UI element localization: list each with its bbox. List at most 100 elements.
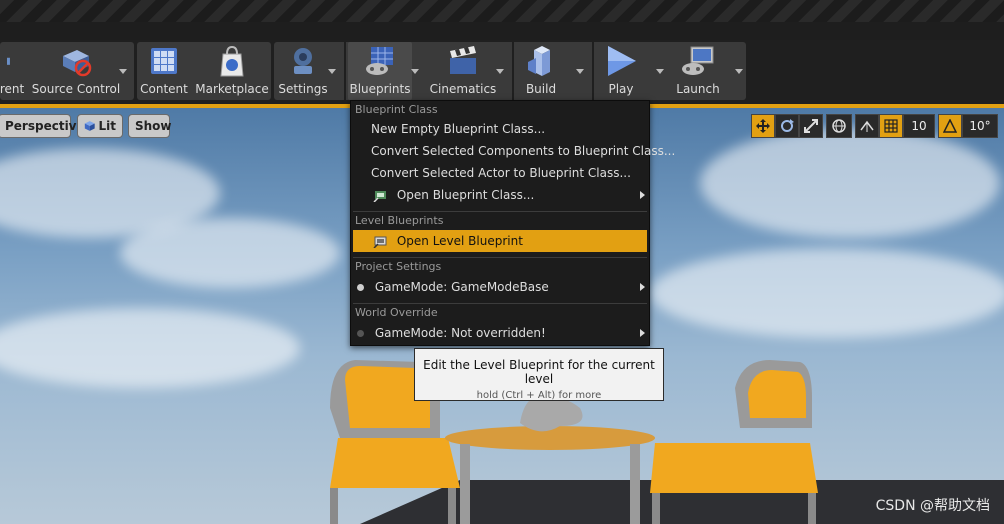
world-local-toggle[interactable] [826,114,852,138]
table-leg [460,444,470,524]
surface-snap-icon [860,120,874,132]
menu-item-label: Open Blueprint Class... [396,188,535,202]
chair-left-seat [330,438,460,488]
play-dropdown[interactable] [655,66,665,76]
chair-left-leg [330,488,338,524]
menu-item-convert-components[interactable]: Convert Selected Components to Blueprint… [353,140,675,162]
settings-icon [294,48,312,74]
cinematics-button[interactable]: Cinematics [428,42,498,100]
rotate-icon [781,119,794,132]
content-icon [151,48,177,74]
grid-snap-value[interactable]: 10 [903,114,935,138]
status-dot-icon [357,284,364,291]
translate-tool-button[interactable] [751,114,775,138]
title-bar-stripes [0,0,1004,22]
toolbar-separator [592,42,594,100]
menu-item-label: Open Level Blueprint [396,234,523,248]
launch-dropdown[interactable] [734,66,744,76]
table-leg [630,444,640,524]
toolbar-label: Content [140,82,188,96]
grid-icon [884,119,898,133]
rotation-snap-value[interactable]: 10° [962,114,998,138]
launch-icon [682,46,714,75]
source-control-button[interactable]: Source Control [31,42,121,100]
globe-icon [832,119,846,133]
show-label: Show [135,119,172,133]
perspective-button[interactable]: Perspective [0,114,85,138]
settings-button[interactable]: Settings [278,42,328,100]
build-button[interactable]: Build [516,42,566,100]
scale-tool-button[interactable] [799,114,823,138]
title-bar [0,22,1004,41]
chair-right-leg [808,493,816,524]
toolbar-label: Blueprints [349,82,411,96]
marketplace-button[interactable]: Marketplace [195,42,269,100]
section-project-settings: Project Settings [355,260,442,273]
move-arrows-icon [756,119,770,133]
menu-item-open-level-blueprint[interactable]: Open Level Blueprint [353,230,647,252]
chair-right-back [748,370,806,418]
tooltip-title: Edit the Level Blueprint for the current… [423,358,655,386]
build-icon [528,46,550,76]
lit-button[interactable]: Lit [77,114,123,138]
content-button[interactable]: Content [140,42,188,100]
toolbar-separator [344,42,346,100]
play-button[interactable]: Play [596,42,646,100]
section-world-override: World Override [355,306,438,319]
blueprints-icon [366,47,393,75]
source-control-icon [63,50,92,77]
open-class-icon [373,190,386,203]
rotation-snap-value-label: 10° [969,119,991,133]
menu-item-new-empty-blueprint[interactable]: New Empty Blueprint Class... [353,118,647,140]
toolbar-label: rent [0,82,25,96]
tooltip-subtitle: hold (Ctrl + Alt) for more [476,390,602,401]
menu-item-gamemode-override[interactable]: GameMode: Not overridden! [353,322,647,344]
toolbar-label: Launch [676,82,720,96]
angle-icon [943,119,957,133]
menu-item-label: GameMode: GameModeBase [374,280,549,294]
grid-snap-value-label: 10 [911,119,927,133]
lit-label: Lit [98,119,117,133]
settings-dropdown[interactable] [327,66,337,76]
perspective-label: Perspective [5,119,85,133]
build-dropdown[interactable] [575,66,585,76]
menu-divider [353,257,647,258]
main-toolbar: rent Source Control Content Marketplace … [0,40,1004,104]
toolbar-label: Settings [278,82,328,96]
menu-item-open-blueprint-class[interactable]: Open Blueprint Class... [353,184,647,206]
play-icon [608,46,636,76]
menu-item-label: GameMode: Not overridden! [374,326,546,340]
cinematics-dropdown[interactable] [495,66,505,76]
toolbar-label: Source Control [31,82,121,96]
launch-button[interactable]: Launch [672,42,724,100]
level-blueprint-icon [373,236,387,249]
show-button[interactable]: Show [128,114,172,138]
menu-item-gamemode-base[interactable]: GameMode: GameModeBase [353,276,647,298]
menu-item-label: Convert Selected Components to Blueprint… [371,144,676,158]
status-dot-icon [357,330,364,337]
menu-divider [353,303,647,304]
submenu-arrow-icon [640,191,645,199]
current-level-button[interactable]: rent [0,42,24,100]
section-blueprint-class: Blueprint Class [355,103,438,116]
toolbar-label: Play [608,82,634,96]
surface-snap-button[interactable] [855,114,879,138]
toolbar-label: Marketplace [195,82,269,96]
section-level-blueprints: Level Blueprints [355,214,444,227]
gamepad-object [520,395,583,432]
toolbar-label: Cinematics [429,82,497,96]
rotation-snap-toggle[interactable] [938,114,962,138]
rotate-tool-button[interactable] [775,114,799,138]
chair-left-leg [448,488,456,524]
menu-item-convert-actor[interactable]: Convert Selected Actor to Blueprint Clas… [353,162,647,184]
tooltip: Edit the Level Blueprint for the current… [414,348,664,401]
grid-snap-toggle[interactable] [879,114,903,138]
chair-right-seat [650,443,818,493]
menu-item-label: New Empty Blueprint Class... [371,122,546,136]
blueprints-dropdown[interactable] [410,66,420,76]
current-level-icon [7,57,10,65]
source-control-dropdown[interactable] [118,66,128,76]
marketplace-icon [220,45,244,77]
blueprints-button[interactable]: Blueprints [348,42,412,100]
watermark: CSDN @帮助文档 [875,498,990,514]
